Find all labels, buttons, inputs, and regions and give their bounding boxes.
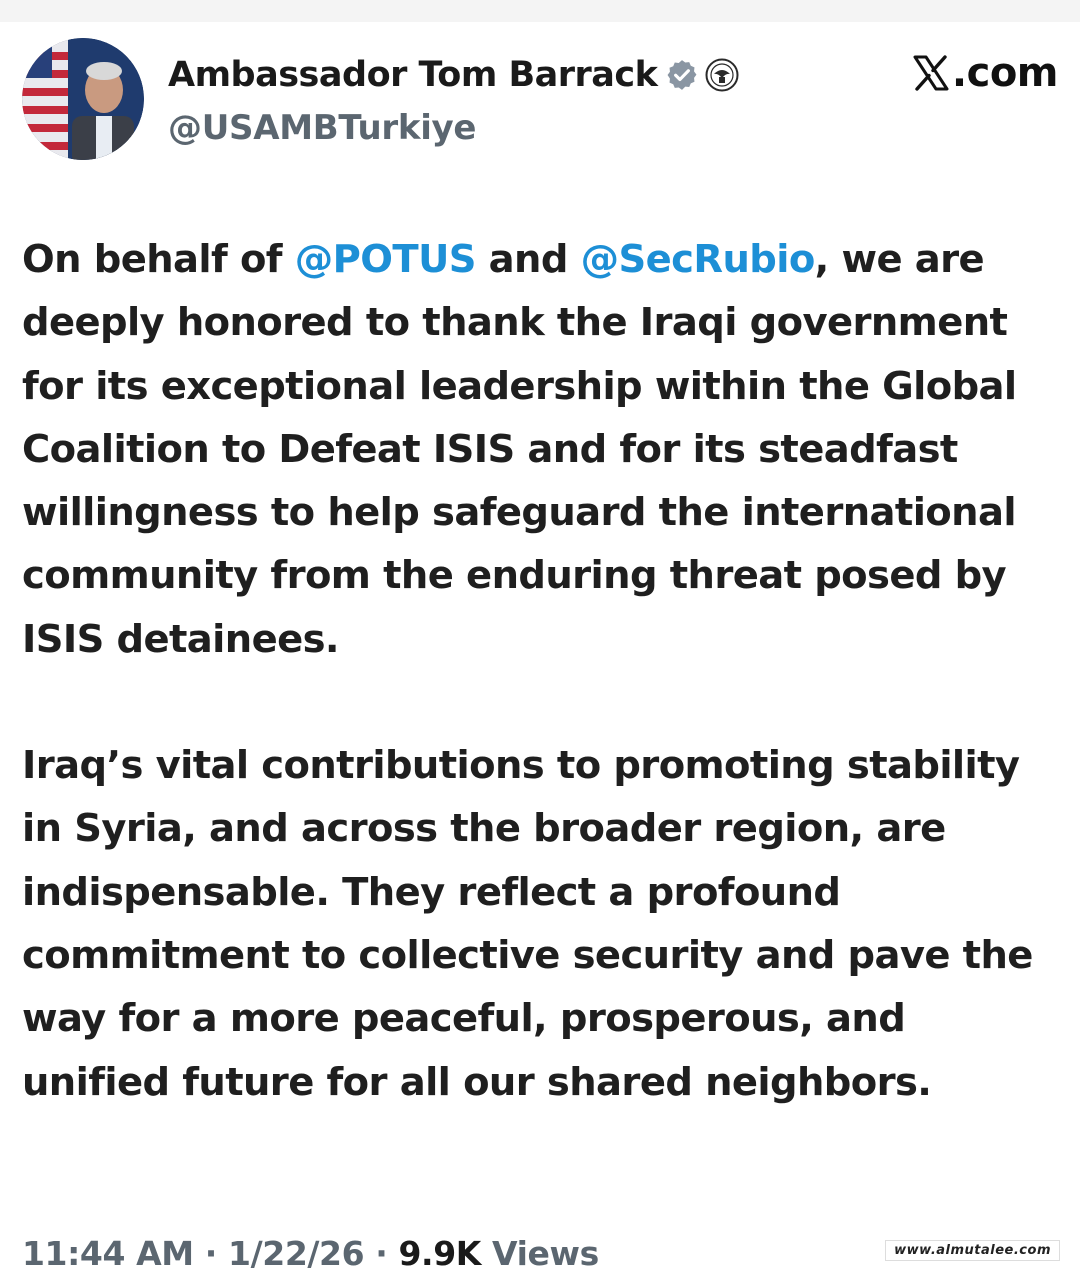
watermark: www.almutalee.com [885, 1240, 1060, 1261]
site-domain: .com [951, 50, 1059, 96]
tweet-paragraph-2: Iraq’s vital contributions to promoting … [22, 743, 1033, 1105]
tweet-time[interactable]: 11:44 AM [22, 1234, 194, 1273]
verified-badge-icon [665, 58, 699, 92]
views-count: 9.9K [398, 1234, 482, 1273]
tweet-text-segment: On behalf of [22, 237, 295, 282]
top-strip [0, 0, 1080, 22]
views-label: Views [480, 1234, 599, 1273]
mention-secrubio[interactable]: @SecRubio [581, 237, 816, 282]
tweet-meta: 11:44 AM · 1/22/26 · 9.9K Views [22, 1234, 599, 1273]
display-name[interactable]: Ambassador Tom Barrack [168, 55, 658, 95]
tweet-date[interactable]: 1/22/26 [228, 1234, 365, 1273]
meta-separator: · [364, 1234, 399, 1273]
tweet-text: On behalf of @POTUS and @SecRubio, we ar… [22, 228, 1062, 1114]
avatar[interactable] [22, 38, 144, 160]
tweet-header: Ambassador Tom Barrack @USAMBTurkiye [22, 38, 1058, 162]
user-handle[interactable]: @USAMBTurkiye [168, 108, 476, 148]
state-department-seal-icon[interactable] [705, 58, 739, 92]
tweet-paragraph-1: On behalf of @POTUS and @SecRubio, we ar… [22, 228, 1062, 671]
x-logo-icon [912, 54, 950, 92]
meta-separator: · [193, 1234, 229, 1273]
tweet-text-segment: , we are deeply honored to thank the Ira… [22, 237, 1017, 662]
site-label: .com [912, 50, 1059, 96]
mention-potus[interactable]: @POTUS [295, 237, 477, 282]
name-row: Ambassador Tom Barrack [168, 52, 739, 98]
tweet-text-segment: and [475, 237, 581, 282]
